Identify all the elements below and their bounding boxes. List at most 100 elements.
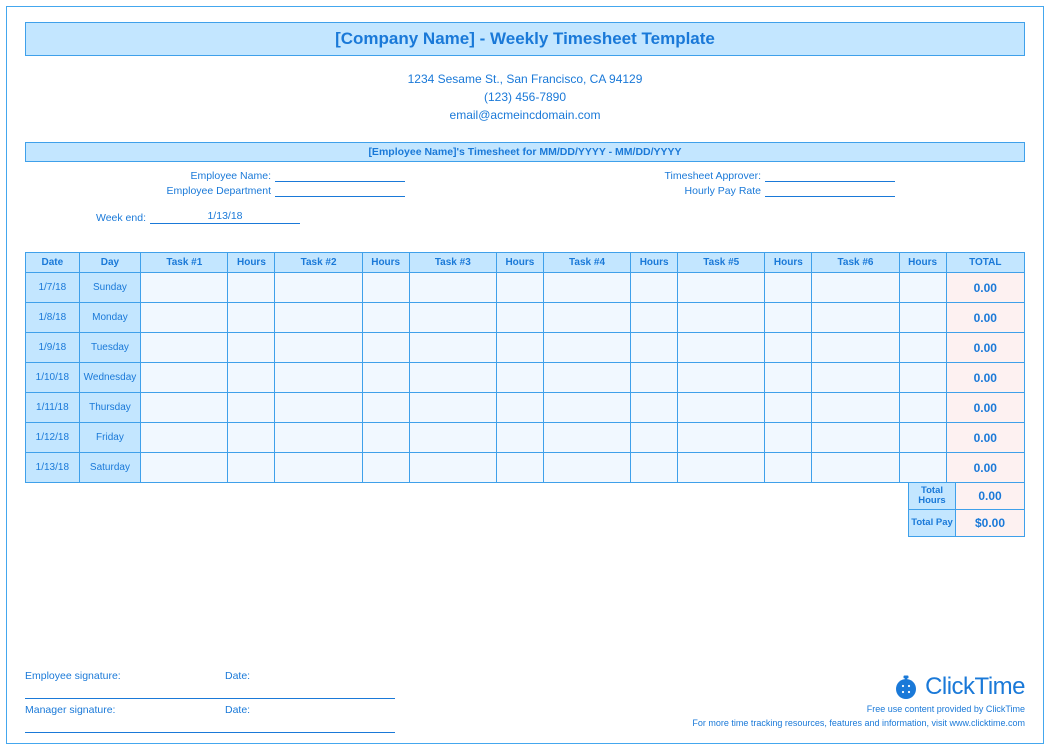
date-cell: 1/11/18 (26, 393, 80, 423)
hours-cell[interactable] (496, 363, 543, 393)
hours-cell[interactable] (362, 333, 409, 363)
task-cell[interactable] (141, 393, 228, 423)
task-cell[interactable] (678, 453, 765, 483)
task-cell[interactable] (275, 303, 362, 333)
hours-cell[interactable] (496, 303, 543, 333)
employee-name-input[interactable] (275, 170, 405, 182)
table-header-row: Date Day Task #1 Hours Task #2 Hours Tas… (26, 253, 1025, 273)
task-cell[interactable] (275, 393, 362, 423)
hours-cell[interactable] (899, 453, 946, 483)
hourly-pay-rate-input[interactable] (765, 185, 895, 197)
employee-signature-label: Employee signature: (25, 670, 225, 682)
hours-cell[interactable] (631, 423, 678, 453)
hours-cell[interactable] (362, 453, 409, 483)
hours-cell[interactable] (765, 363, 812, 393)
task-cell[interactable] (409, 363, 496, 393)
task-cell[interactable] (409, 453, 496, 483)
task-cell[interactable] (141, 273, 228, 303)
hours-cell[interactable] (765, 303, 812, 333)
task-cell[interactable] (812, 303, 899, 333)
task-cell[interactable] (543, 453, 630, 483)
task-cell[interactable] (275, 363, 362, 393)
task-cell[interactable] (812, 363, 899, 393)
task-cell[interactable] (409, 393, 496, 423)
hours-cell[interactable] (228, 453, 275, 483)
task-cell[interactable] (275, 273, 362, 303)
task-cell[interactable] (678, 303, 765, 333)
hours-cell[interactable] (362, 363, 409, 393)
hours-cell[interactable] (899, 423, 946, 453)
col-hours6: Hours (899, 253, 946, 273)
task-cell[interactable] (409, 333, 496, 363)
hours-cell[interactable] (765, 423, 812, 453)
task-cell[interactable] (543, 273, 630, 303)
employee-signature-line[interactable] (25, 698, 395, 699)
hours-cell[interactable] (765, 393, 812, 423)
task-cell[interactable] (812, 273, 899, 303)
task-cell[interactable] (543, 363, 630, 393)
hours-cell[interactable] (228, 393, 275, 423)
hours-cell[interactable] (765, 453, 812, 483)
task-cell[interactable] (543, 423, 630, 453)
hours-cell[interactable] (899, 393, 946, 423)
employee-department-input[interactable] (275, 185, 405, 197)
hours-cell[interactable] (631, 453, 678, 483)
hours-cell[interactable] (631, 333, 678, 363)
hours-cell[interactable] (899, 273, 946, 303)
hours-cell[interactable] (899, 333, 946, 363)
hours-cell[interactable] (496, 423, 543, 453)
task-cell[interactable] (543, 393, 630, 423)
task-cell[interactable] (141, 303, 228, 333)
hours-cell[interactable] (496, 453, 543, 483)
task-cell[interactable] (409, 423, 496, 453)
task-cell[interactable] (409, 273, 496, 303)
task-cell[interactable] (812, 393, 899, 423)
hours-cell[interactable] (228, 423, 275, 453)
task-cell[interactable] (678, 273, 765, 303)
hours-cell[interactable] (496, 273, 543, 303)
task-cell[interactable] (678, 363, 765, 393)
date-cell: 1/9/18 (26, 333, 80, 363)
row-total-cell: 0.00 (946, 363, 1024, 393)
task-cell[interactable] (275, 423, 362, 453)
hours-cell[interactable] (899, 303, 946, 333)
hours-cell[interactable] (362, 273, 409, 303)
hours-cell[interactable] (631, 303, 678, 333)
hours-cell[interactable] (228, 273, 275, 303)
task-cell[interactable] (275, 333, 362, 363)
hours-cell[interactable] (631, 363, 678, 393)
task-cell[interactable] (141, 333, 228, 363)
task-cell[interactable] (812, 333, 899, 363)
task-cell[interactable] (141, 363, 228, 393)
task-cell[interactable] (543, 303, 630, 333)
hours-cell[interactable] (765, 333, 812, 363)
task-cell[interactable] (678, 393, 765, 423)
hours-cell[interactable] (228, 363, 275, 393)
task-cell[interactable] (678, 333, 765, 363)
task-cell[interactable] (141, 423, 228, 453)
hours-cell[interactable] (765, 273, 812, 303)
hours-cell[interactable] (496, 333, 543, 363)
col-total: TOTAL (946, 253, 1024, 273)
task-cell[interactable] (543, 333, 630, 363)
hours-cell[interactable] (362, 393, 409, 423)
task-cell[interactable] (678, 423, 765, 453)
task-cell[interactable] (141, 453, 228, 483)
date-cell: 1/10/18 (26, 363, 80, 393)
task-cell[interactable] (409, 303, 496, 333)
hours-cell[interactable] (496, 393, 543, 423)
hours-cell[interactable] (631, 273, 678, 303)
hours-cell[interactable] (228, 333, 275, 363)
hours-cell[interactable] (362, 423, 409, 453)
task-cell[interactable] (275, 453, 362, 483)
task-cell[interactable] (812, 423, 899, 453)
hours-cell[interactable] (631, 393, 678, 423)
hours-cell[interactable] (362, 303, 409, 333)
date-cell: 1/13/18 (26, 453, 80, 483)
hours-cell[interactable] (228, 303, 275, 333)
task-cell[interactable] (812, 453, 899, 483)
hours-cell[interactable] (899, 363, 946, 393)
week-end-value[interactable]: 1/13/18 (150, 210, 300, 224)
timesheet-approver-input[interactable] (765, 170, 895, 182)
manager-signature-line[interactable] (25, 732, 395, 733)
